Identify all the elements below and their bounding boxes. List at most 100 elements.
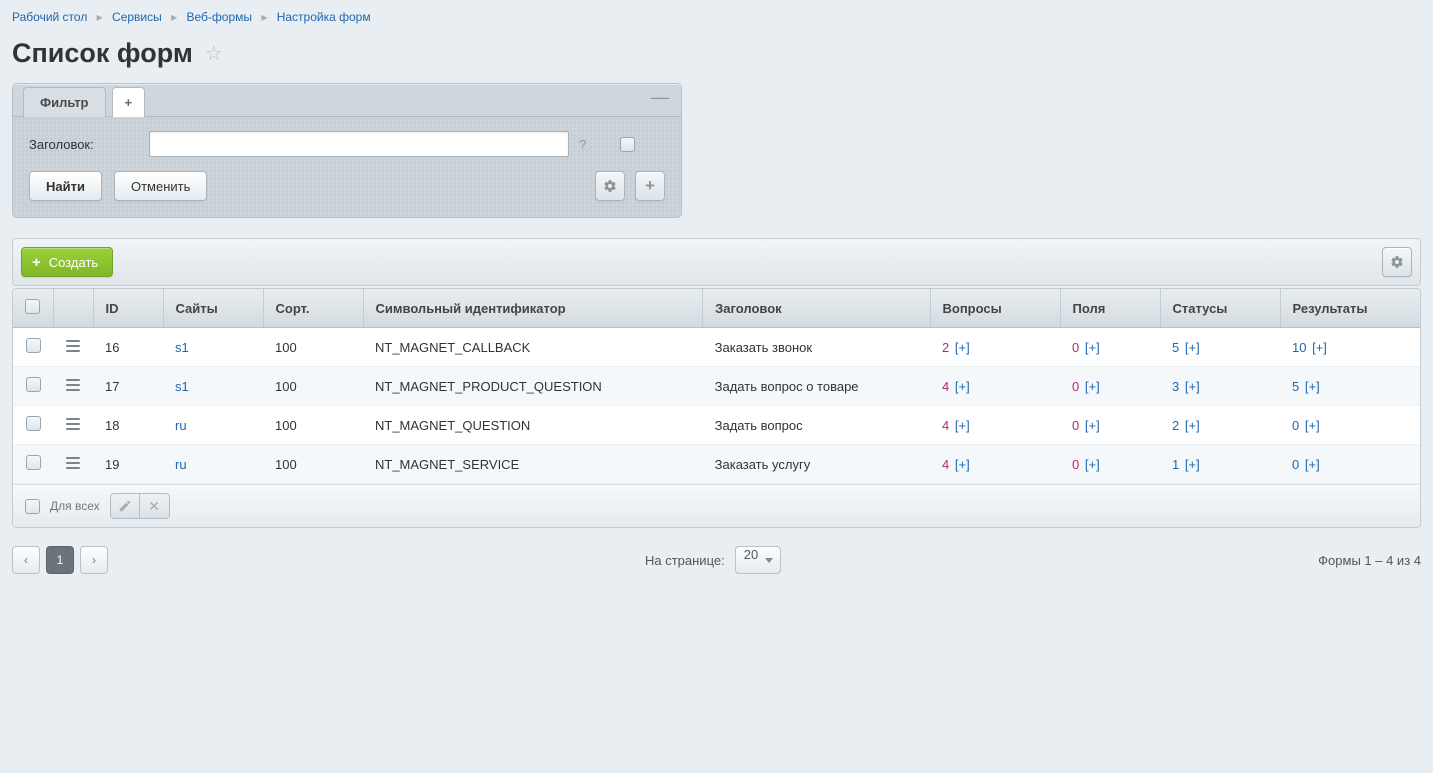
column-header-sites[interactable]: Сайты bbox=[163, 289, 263, 328]
cell-fields-link[interactable]: 0 bbox=[1072, 418, 1079, 433]
settings-button[interactable] bbox=[595, 171, 625, 201]
add-result-link[interactable]: [+] bbox=[1305, 457, 1320, 472]
cell-title: Заказать услугу bbox=[703, 445, 930, 484]
cell-statuses-link[interactable]: 1 bbox=[1172, 457, 1179, 472]
add-field-link[interactable]: [+] bbox=[1085, 379, 1100, 394]
column-header-id[interactable]: ID bbox=[93, 289, 163, 328]
column-header-statuses[interactable]: Статусы bbox=[1160, 289, 1280, 328]
cell-statuses-link[interactable]: 2 bbox=[1172, 418, 1179, 433]
add-status-link[interactable]: [+] bbox=[1185, 418, 1200, 433]
pagination-summary: Формы 1 – 4 из 4 bbox=[1318, 553, 1421, 568]
cell-fields-link[interactable]: 0 bbox=[1072, 340, 1079, 355]
cell-questions-link[interactable]: 2 bbox=[942, 340, 949, 355]
grid: ID Сайты Сорт. Символьный идентификатор … bbox=[12, 288, 1421, 528]
cell-sort: 100 bbox=[263, 328, 363, 367]
chevron-right-icon: ▸ bbox=[171, 10, 177, 24]
column-header-sid[interactable]: Символьный идентификатор bbox=[363, 289, 703, 328]
help-icon[interactable]: ? bbox=[579, 137, 586, 152]
cell-sort: 100 bbox=[263, 406, 363, 445]
page-number-button[interactable]: 1 bbox=[46, 546, 74, 574]
select-all-checkbox[interactable] bbox=[25, 299, 40, 314]
page-next-button[interactable]: › bbox=[80, 546, 108, 574]
add-status-link[interactable]: [+] bbox=[1185, 340, 1200, 355]
filter-tab[interactable]: Фильтр bbox=[23, 87, 106, 117]
add-status-link[interactable]: [+] bbox=[1185, 457, 1200, 472]
add-question-link[interactable]: [+] bbox=[955, 418, 970, 433]
cell-results-link[interactable]: 10 bbox=[1292, 340, 1306, 355]
page-prev-button[interactable]: ‹ bbox=[12, 546, 40, 574]
filter-title-label: Заголовок: bbox=[29, 137, 149, 152]
burger-icon[interactable] bbox=[66, 457, 80, 469]
row-checkbox[interactable] bbox=[26, 455, 41, 470]
cell-site-link[interactable]: s1 bbox=[175, 340, 189, 355]
breadcrumb-item[interactable]: Сервисы bbox=[112, 10, 162, 24]
page-size-label: На странице: bbox=[645, 553, 725, 568]
add-field-link[interactable]: [+] bbox=[1085, 340, 1100, 355]
add-question-link[interactable]: [+] bbox=[955, 340, 970, 355]
page-size-select[interactable]: 20 bbox=[735, 546, 781, 574]
cell-site-link[interactable]: ru bbox=[175, 418, 187, 433]
cell-title: Заказать звонок bbox=[703, 328, 930, 367]
add-field-link[interactable]: [+] bbox=[1085, 418, 1100, 433]
for-all-label: Для всех bbox=[50, 499, 100, 513]
add-field-link[interactable]: [+] bbox=[1085, 457, 1100, 472]
cell-site-link[interactable]: s1 bbox=[175, 379, 189, 394]
create-button[interactable]: + Создать bbox=[21, 247, 113, 277]
cell-questions-link[interactable]: 4 bbox=[942, 418, 949, 433]
row-checkbox[interactable] bbox=[26, 416, 41, 431]
breadcrumb-item[interactable]: Веб-формы bbox=[186, 10, 252, 24]
add-question-link[interactable]: [+] bbox=[955, 379, 970, 394]
grid-footer: Для всех ✕ bbox=[13, 484, 1420, 527]
breadcrumb-item[interactable]: Настройка форм bbox=[277, 10, 371, 24]
delete-selected-button[interactable]: ✕ bbox=[140, 493, 170, 519]
cell-fields-link[interactable]: 0 bbox=[1072, 379, 1079, 394]
table-row: 16s1100NT_MAGNET_CALLBACKЗаказать звонок… bbox=[13, 328, 1420, 367]
breadcrumb-item[interactable]: Рабочий стол bbox=[12, 10, 87, 24]
cell-questions-link[interactable]: 4 bbox=[942, 457, 949, 472]
add-result-link[interactable]: [+] bbox=[1305, 418, 1320, 433]
column-header-results[interactable]: Результаты bbox=[1280, 289, 1420, 328]
cancel-button[interactable]: Отменить bbox=[114, 171, 207, 201]
row-checkbox[interactable] bbox=[26, 377, 41, 392]
column-header-menu bbox=[53, 289, 93, 328]
cell-results-link[interactable]: 0 bbox=[1292, 457, 1299, 472]
plus-icon: + bbox=[32, 254, 41, 271]
cell-statuses-link[interactable]: 3 bbox=[1172, 379, 1179, 394]
add-result-link[interactable]: [+] bbox=[1312, 340, 1327, 355]
chevron-right-icon: ▸ bbox=[261, 10, 267, 24]
burger-icon[interactable] bbox=[66, 379, 80, 391]
burger-icon[interactable] bbox=[66, 418, 80, 430]
action-all-checkbox[interactable] bbox=[25, 499, 40, 514]
filter-checkbox[interactable] bbox=[620, 137, 635, 152]
create-button-label: Создать bbox=[49, 255, 98, 270]
row-checkbox[interactable] bbox=[26, 338, 41, 353]
grid-settings-button[interactable] bbox=[1382, 247, 1412, 277]
cell-statuses-link[interactable]: 5 bbox=[1172, 340, 1179, 355]
find-button[interactable]: Найти bbox=[29, 171, 102, 201]
cell-id: 19 bbox=[93, 445, 163, 484]
column-header-title[interactable]: Заголовок bbox=[703, 289, 930, 328]
edit-selected-button[interactable] bbox=[110, 493, 140, 519]
cell-results-link[interactable]: 5 bbox=[1292, 379, 1299, 394]
cell-questions-link[interactable]: 4 bbox=[942, 379, 949, 394]
cell-id: 16 bbox=[93, 328, 163, 367]
breadcrumb: Рабочий стол ▸ Сервисы ▸ Веб-формы ▸ Нас… bbox=[12, 0, 1421, 32]
add-filter-tab[interactable]: + bbox=[112, 87, 146, 117]
cell-fields-link[interactable]: 0 bbox=[1072, 457, 1079, 472]
table-row: 18ru100NT_MAGNET_QUESTIONЗадать вопрос4 … bbox=[13, 406, 1420, 445]
column-header-sort[interactable]: Сорт. bbox=[263, 289, 363, 328]
chevron-right-icon: ▸ bbox=[97, 10, 103, 24]
column-header-fields[interactable]: Поля bbox=[1060, 289, 1160, 328]
cell-sort: 100 bbox=[263, 445, 363, 484]
cell-results-link[interactable]: 0 bbox=[1292, 418, 1299, 433]
collapse-icon[interactable]: — bbox=[651, 92, 669, 108]
add-result-link[interactable]: [+] bbox=[1305, 379, 1320, 394]
add-filter-field-button[interactable]: + bbox=[635, 171, 665, 201]
burger-icon[interactable] bbox=[66, 340, 80, 352]
cell-site-link[interactable]: ru bbox=[175, 457, 187, 472]
column-header-questions[interactable]: Вопросы bbox=[930, 289, 1060, 328]
add-status-link[interactable]: [+] bbox=[1185, 379, 1200, 394]
star-icon[interactable]: ☆ bbox=[205, 41, 223, 66]
add-question-link[interactable]: [+] bbox=[955, 457, 970, 472]
filter-title-input[interactable] bbox=[149, 131, 569, 157]
